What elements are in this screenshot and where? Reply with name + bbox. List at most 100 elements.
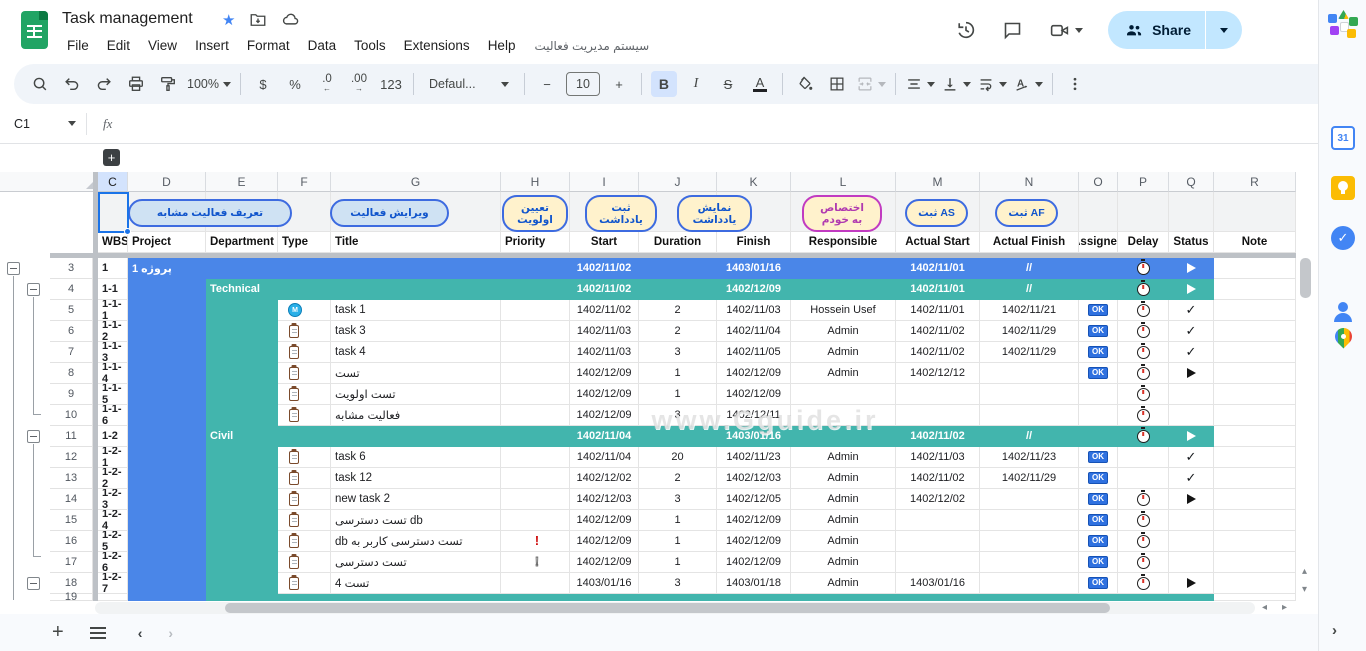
field-header-delay[interactable]: Delay xyxy=(1118,232,1169,253)
cell-wbs-row15[interactable]: 1-2-4 xyxy=(98,510,128,531)
cell-title-row3[interactable] xyxy=(331,258,501,279)
document-title[interactable]: Task management xyxy=(62,10,193,28)
cell-title-row10[interactable]: فعالیت مشابه xyxy=(331,405,501,426)
cell-resp-row13[interactable]: Admin xyxy=(791,468,896,489)
cell-wbs-row16[interactable]: 1-2-5 xyxy=(98,531,128,552)
cell-delay-row13[interactable] xyxy=(1118,468,1169,489)
cell-dur-row7[interactable]: 3 xyxy=(639,342,717,363)
cell-priority-row13[interactable] xyxy=(501,468,570,489)
group-collapse-button[interactable] xyxy=(7,262,20,275)
cell-type-row16[interactable] xyxy=(278,531,331,552)
font-family-select[interactable]: Defaul... xyxy=(423,71,515,97)
scroll-up-icon[interactable]: ▴ xyxy=(1302,566,1307,578)
text-wrap-icon[interactable] xyxy=(977,71,1007,97)
cell-note-row17[interactable] xyxy=(1214,552,1296,573)
cell-start-row4[interactable]: 1402/11/02 xyxy=(570,279,639,300)
field-header-type[interactable]: Type xyxy=(278,232,331,253)
cell-wbs-row13[interactable]: 1-2-2 xyxy=(98,468,128,489)
cell-dept-row18[interactable] xyxy=(206,573,278,594)
cell-status-row19[interactable] xyxy=(1169,594,1214,601)
cell-delay-row5[interactable] xyxy=(1118,300,1169,321)
cell-project-row18[interactable] xyxy=(128,573,206,594)
cell-status-row6[interactable]: ✓ xyxy=(1169,321,1214,342)
cell-project-row7[interactable] xyxy=(128,342,206,363)
cell-resp-row5[interactable]: Hossein Usef xyxy=(791,300,896,321)
column-header-P[interactable]: P xyxy=(1118,172,1169,192)
cell-title-row19[interactable] xyxy=(331,594,501,601)
share-button[interactable]: Share xyxy=(1108,11,1242,49)
share-options-caret[interactable] xyxy=(1206,11,1242,49)
cell-status-row7[interactable]: ✓ xyxy=(1169,342,1214,363)
cell-note-row14[interactable] xyxy=(1214,489,1296,510)
cell-dur-row6[interactable]: 2 xyxy=(639,321,717,342)
cell-resp-row14[interactable]: Admin xyxy=(791,489,896,510)
ok-button[interactable]: OK xyxy=(1088,535,1108,547)
cell-dept-row19[interactable] xyxy=(206,594,278,601)
cell-resp-row19[interactable] xyxy=(791,594,896,601)
field-header-dur[interactable]: Duration xyxy=(639,232,717,253)
row-number-8[interactable]: 8 xyxy=(50,363,93,384)
cell-finish-row17[interactable]: 1402/12/09 xyxy=(717,552,791,573)
cell-astart-row19[interactable] xyxy=(896,594,980,601)
redo-icon[interactable] xyxy=(91,71,117,97)
action-button-6[interactable]: ثبت AS xyxy=(905,199,968,227)
cell-dur-row12[interactable]: 20 xyxy=(639,447,717,468)
cell-wbs-row5[interactable]: 1-1-1 xyxy=(98,300,128,321)
cell-finish-row6[interactable]: 1402/11/04 xyxy=(717,321,791,342)
cell-note-row10[interactable] xyxy=(1214,405,1296,426)
cell-title-row8[interactable]: تست xyxy=(331,363,501,384)
cell-note-row12[interactable] xyxy=(1214,447,1296,468)
cell-type-row13[interactable] xyxy=(278,468,331,489)
cell-title-row13[interactable]: task 12 xyxy=(331,468,501,489)
cell-title-row17[interactable]: تست دسترسی xyxy=(331,552,501,573)
cell-afinish-row7[interactable]: 1402/11/29 xyxy=(980,342,1079,363)
cell-delay-row6[interactable] xyxy=(1118,321,1169,342)
field-header-afinish[interactable]: Actual Finish xyxy=(980,232,1079,253)
cell-priority-row17[interactable]: ! xyxy=(501,552,570,573)
row-number-12[interactable]: 12 xyxy=(50,447,93,468)
cell-afinish-row18[interactable] xyxy=(980,573,1079,594)
cell-title-row4[interactable] xyxy=(331,279,501,300)
group-collapse-button[interactable] xyxy=(27,577,40,590)
cell-type-row15[interactable] xyxy=(278,510,331,531)
cell-type-row18[interactable] xyxy=(278,573,331,594)
cell-note-row13[interactable] xyxy=(1214,468,1296,489)
row-number-14[interactable]: 14 xyxy=(50,489,93,510)
cell-astart-row5[interactable]: 1402/11/01 xyxy=(896,300,980,321)
cell-finish-row19[interactable] xyxy=(717,594,791,601)
video-call-icon[interactable] xyxy=(1038,10,1094,50)
cell-delay-row15[interactable] xyxy=(1118,510,1169,531)
cell-title-row12[interactable]: task 6 xyxy=(331,447,501,468)
cell-dur-row18[interactable]: 3 xyxy=(639,573,717,594)
delay-clock-icon[interactable] xyxy=(1137,493,1150,506)
row-number-5[interactable]: 5 xyxy=(50,300,93,321)
cell-ok-row12[interactable]: OK xyxy=(1079,447,1118,468)
cell-finish-row5[interactable]: 1402/11/03 xyxy=(717,300,791,321)
cell-start-row19[interactable] xyxy=(570,594,639,601)
cell-afinish-row5[interactable]: 1402/11/21 xyxy=(980,300,1079,321)
cell-title-row18[interactable]: 4 تست xyxy=(331,573,501,594)
cell-astart-row4[interactable]: 1402/11/01 xyxy=(896,279,980,300)
cell-finish-row12[interactable]: 1402/11/23 xyxy=(717,447,791,468)
vertical-scrollbar[interactable] xyxy=(1299,258,1312,601)
frozen-column-divider[interactable] xyxy=(93,172,98,601)
cell-wbs-row12[interactable]: 1-2-1 xyxy=(98,447,128,468)
cell-status-row9[interactable] xyxy=(1169,384,1214,405)
column-header-C[interactable]: C xyxy=(98,172,128,192)
row-number-16[interactable]: 16 xyxy=(50,531,93,552)
delay-clock-icon[interactable] xyxy=(1137,430,1150,443)
cell-dept-row9[interactable] xyxy=(206,384,278,405)
column-header-M[interactable]: M xyxy=(896,172,980,192)
cell-ok-row8[interactable]: OK xyxy=(1079,363,1118,384)
cell-type-row7[interactable] xyxy=(278,342,331,363)
cell-dur-row16[interactable]: 1 xyxy=(639,531,717,552)
cell-project-row4[interactable] xyxy=(128,279,206,300)
move-folder-icon[interactable] xyxy=(249,11,267,29)
cell-delay-row7[interactable] xyxy=(1118,342,1169,363)
cell-project-row9[interactable] xyxy=(128,384,206,405)
borders-icon[interactable] xyxy=(824,71,850,97)
font-size-input[interactable]: 10 xyxy=(566,72,600,96)
fill-handle[interactable] xyxy=(124,228,131,235)
column-header-K[interactable]: K xyxy=(717,172,791,192)
cell-afinish-row4[interactable]: // xyxy=(980,279,1079,300)
